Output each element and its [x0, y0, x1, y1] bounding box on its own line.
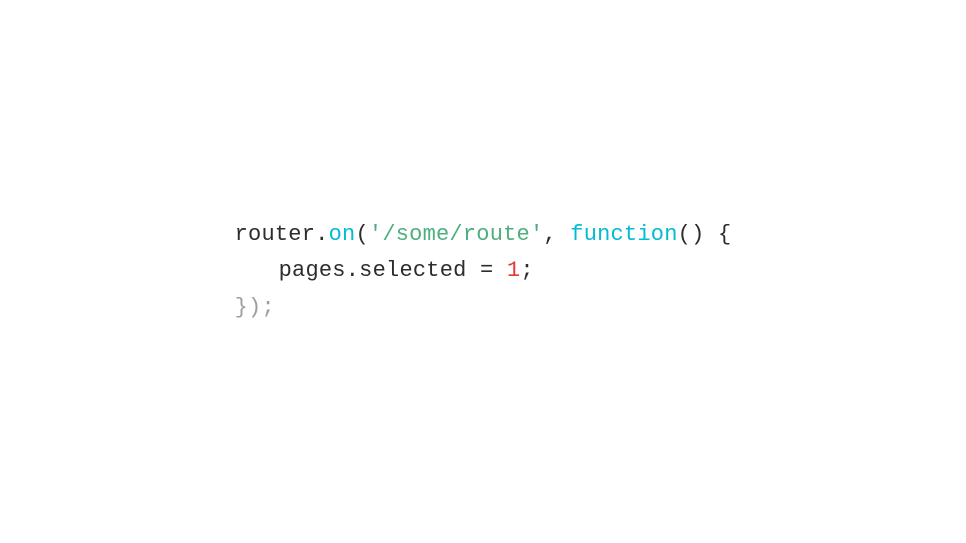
token-space4: [493, 253, 506, 289]
token-pages: pages: [279, 253, 346, 289]
token-equals: =: [480, 253, 493, 289]
token-number: 1: [507, 253, 520, 289]
code-line-1: router . on ( '/some/route' , function (…: [235, 217, 732, 253]
token-function: function: [570, 217, 677, 253]
token-router: router: [235, 217, 316, 253]
token-brace-open: {: [718, 217, 731, 253]
token-dot2: .: [346, 253, 359, 289]
token-paren-open: (: [355, 217, 368, 253]
code-line-2: pages . selected = 1 ;: [235, 253, 732, 289]
token-paren-args: (): [678, 217, 705, 253]
token-space1: [557, 217, 570, 253]
token-selected: selected: [359, 253, 466, 289]
token-space2: [705, 217, 718, 253]
token-dot1: .: [315, 217, 328, 253]
token-closing: });: [235, 290, 275, 326]
token-comma: ,: [543, 217, 556, 253]
code-block: router . on ( '/some/route' , function (…: [235, 217, 732, 326]
token-semicolon: ;: [520, 253, 533, 289]
token-route-string: '/some/route': [369, 217, 544, 253]
token-on: on: [329, 217, 356, 253]
token-space3: [467, 253, 480, 289]
code-line-3: });: [235, 290, 732, 326]
